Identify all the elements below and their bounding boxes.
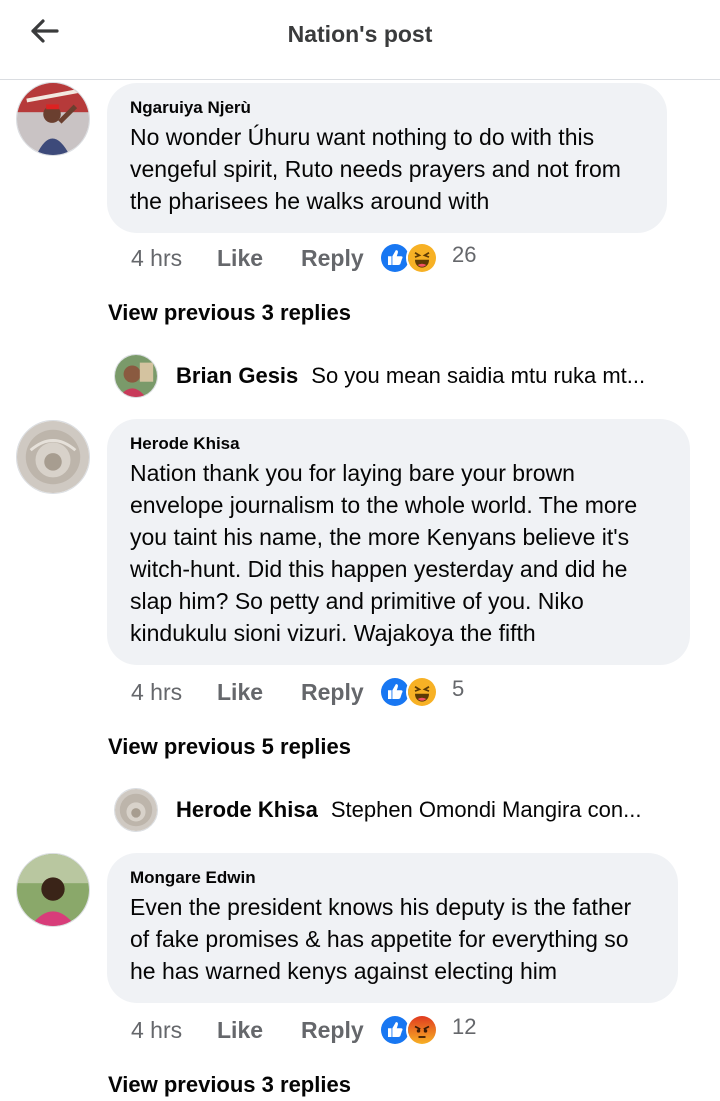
comment-actions: 4 hrs Like Reply 26: [131, 240, 476, 276]
reactions-summary[interactable]: 26: [379, 242, 476, 274]
reply-author[interactable]: Brian Gesis: [176, 363, 298, 389]
like-button[interactable]: Like: [217, 679, 301, 706]
avatar[interactable]: [114, 788, 158, 832]
view-previous-replies[interactable]: View previous 3 replies: [108, 300, 351, 326]
reply-text: So you mean saidia mtu ruka mt...: [311, 363, 646, 388]
comment-author[interactable]: Herode Khisa: [130, 433, 668, 455]
like-button[interactable]: Like: [217, 1017, 301, 1044]
haha-reaction-icon: [406, 242, 438, 274]
comment-actions: 4 hrs Like Reply 12: [131, 1012, 476, 1048]
avatar[interactable]: [16, 853, 90, 927]
reply-author[interactable]: Herode Khisa: [176, 797, 318, 823]
angry-reaction-icon: [406, 1014, 438, 1046]
reply-button[interactable]: Reply: [301, 679, 379, 706]
comment-bubble: Herode Khisa Nation thank you for laying…: [107, 419, 690, 665]
reaction-count: 26: [452, 242, 477, 267]
comment-text: No wonder Úhuru want nothing to do with …: [130, 124, 621, 214]
reply-button[interactable]: Reply: [301, 1017, 379, 1044]
comment-actions: 4 hrs Like Reply 5: [131, 674, 464, 710]
comment-bubble: Mongare Edwin Even the president knows h…: [107, 853, 678, 1003]
reply-text: Stephen Omondi Mangira con...: [330, 797, 642, 822]
comment-author[interactable]: Mongare Edwin: [130, 867, 656, 889]
avatar[interactable]: [16, 82, 90, 156]
page-title: Nation's post: [287, 21, 433, 47]
top-bar: Nation's post: [0, 0, 720, 80]
reply-button[interactable]: Reply: [301, 245, 379, 272]
reactions-summary[interactable]: 12: [379, 1014, 476, 1046]
reactions-summary[interactable]: 5: [379, 676, 464, 708]
reply-preview[interactable]: Herode Khisa Stephen Omondi Mangira con.…: [114, 786, 704, 834]
comment-time[interactable]: 4 hrs: [131, 679, 217, 706]
comment-text: Nation thank you for laying bare your br…: [130, 460, 638, 646]
view-previous-replies[interactable]: View previous 5 replies: [108, 734, 351, 760]
comment-author[interactable]: Ngaruiya Njerù: [130, 97, 645, 119]
like-button[interactable]: Like: [217, 245, 301, 272]
comment-time[interactable]: 4 hrs: [131, 245, 217, 272]
avatar[interactable]: [114, 354, 158, 398]
comment-time[interactable]: 4 hrs: [131, 1017, 217, 1044]
comment-bubble: Ngaruiya Njerù No wonder Úhuru want noth…: [107, 83, 667, 233]
comment-text: Even the president knows his deputy is t…: [130, 894, 632, 984]
avatar[interactable]: [16, 420, 90, 494]
haha-reaction-icon: [406, 676, 438, 708]
reaction-count: 5: [452, 676, 465, 701]
reaction-count: 12: [452, 1014, 477, 1039]
view-previous-replies[interactable]: View previous 3 replies: [108, 1072, 351, 1098]
reply-preview[interactable]: Brian Gesis So you mean saidia mtu ruka …: [114, 352, 704, 400]
